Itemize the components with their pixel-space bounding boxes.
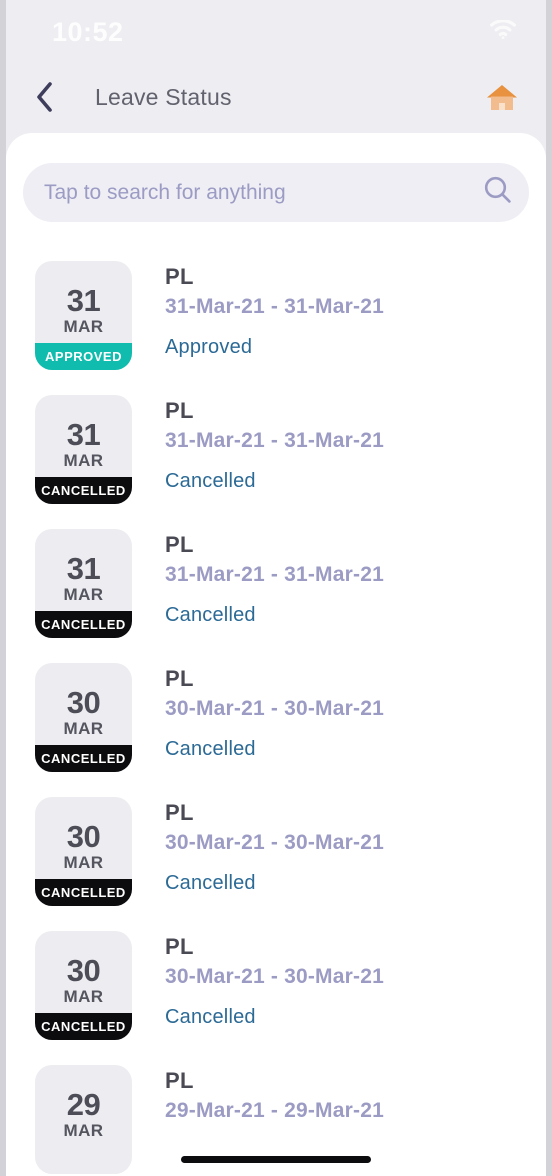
status-bar-icons [490,20,516,39]
leave-details: PL 31-Mar-21 - 31-Mar-21 Approved [132,258,384,359]
phone-screen: 10:52 Leave Status Tap to search for any… [0,0,552,1176]
leave-date-range: 30-Mar-21 - 30-Mar-21 [165,696,384,720]
leave-list[interactable]: 31 MAR APPROVED PL 31-Mar-21 - 31-Mar-21 Appr… [6,258,546,1176]
leave-list-item[interactable]: 30 MAR CANCELLED PL 30-Mar-21 - 30-Mar-21 Can… [6,660,546,794]
status-bar: 10:52 [0,0,552,62]
page-title: Leave Status [95,84,232,110]
leave-details: PL 30-Mar-21 - 30-Mar-21 Cancelled [132,794,384,895]
leave-type-label: PL [165,800,194,825]
leave-date-month: MAR [63,585,104,604]
leave-type-label: PL [165,666,194,691]
leave-date-month: MAR [63,451,104,470]
search-input[interactable] [23,180,467,205]
leave-date-day: 30 [66,953,101,988]
leave-status-text: Approved [165,336,253,358]
leave-date-card: 31 MAR APPROVED [35,261,132,370]
leave-date-month: MAR [63,853,104,872]
screen-left-edge [0,0,6,1176]
leave-date-day: 29 [66,1087,101,1122]
leave-date-month: MAR [63,719,104,738]
leave-type-label: PL [165,532,194,557]
leave-date-range: 30-Mar-21 - 30-Mar-21 [165,830,384,854]
status-badge: CANCELLED [35,745,132,772]
leave-status-text: Cancelled [165,738,256,760]
leave-date-month: MAR [63,1121,104,1140]
status-badge: CANCELLED [35,1013,132,1040]
status-badge: APPROVED [35,343,132,370]
home-button[interactable] [482,79,522,119]
leave-date-card: 29 MAR [35,1065,132,1174]
search-icon [483,175,513,210]
leave-date-card: 31 MAR CANCELLED [35,529,132,638]
leave-status-text: Cancelled [165,872,256,894]
leave-date-day: 31 [66,417,101,452]
status-badge: CANCELLED [35,477,132,504]
leave-date-day: 30 [66,819,101,854]
leave-details: PL 30-Mar-21 - 30-Mar-21 Cancelled [132,660,384,761]
leave-date-card: 31 MAR CANCELLED [35,395,132,504]
search-button[interactable] [467,163,529,222]
leave-date-month: MAR [63,987,104,1006]
leave-date-day: 31 [66,283,101,318]
leave-type-label: PL [165,1068,194,1093]
leave-type-label: PL [165,398,194,423]
leave-details: PL 31-Mar-21 - 31-Mar-21 Cancelled [132,526,384,627]
leave-date-range: 31-Mar-21 - 31-Mar-21 [165,294,384,318]
leave-list-item[interactable]: 31 MAR CANCELLED PL 31-Mar-21 - 31-Mar-21 Can… [6,392,546,526]
leave-list-item[interactable]: 31 MAR CANCELLED PL 31-Mar-21 - 31-Mar-21 Can… [6,526,546,660]
leave-date-card: 30 MAR CANCELLED [35,931,132,1040]
status-badge: CANCELLED [35,879,132,906]
wifi-icon [490,20,516,39]
app-header: Leave Status [0,62,552,134]
leave-status-text: Cancelled [165,470,256,492]
leave-date-range: 31-Mar-21 - 31-Mar-21 [165,428,384,452]
leave-list-item[interactable]: 30 MAR CANCELLED PL 30-Mar-21 - 30-Mar-21 Can… [6,928,546,1062]
leave-date-day: 31 [66,551,101,586]
leave-date-range: 29-Mar-21 - 29-Mar-21 [165,1098,384,1122]
leave-type-label: PL [165,934,194,959]
leave-details: PL 31-Mar-21 - 31-Mar-21 Cancelled [132,392,384,493]
leave-date-card: 30 MAR CANCELLED [35,797,132,906]
leave-status-text: Cancelled [165,604,256,626]
home-icon [485,81,519,118]
screen-right-edge [546,0,552,1176]
leave-status-text: Cancelled [165,1006,256,1028]
status-badge: CANCELLED [35,611,132,638]
leave-type-label: PL [165,264,194,289]
home-indicator [181,1156,371,1163]
content-panel: 31MARAPPROVEDPL31-Mar-21 - 31-Mar-21Appr… [6,133,546,1176]
status-bar-clock: 10:52 [52,17,124,47]
leave-date-day: 30 [66,685,101,720]
leave-details: PL 30-Mar-21 - 30-Mar-21 Cancelled [132,928,384,1029]
leave-date-range: 30-Mar-21 - 30-Mar-21 [165,964,384,988]
leave-date-month: MAR [63,317,104,336]
chevron-left-icon [35,81,55,118]
leave-list-item[interactable]: 31 MAR APPROVED PL 31-Mar-21 - 31-Mar-21 Appr… [6,258,546,392]
leave-date-range: 31-Mar-21 - 31-Mar-21 [165,562,384,586]
leave-list-item[interactable]: 30 MAR CANCELLED PL 30-Mar-21 - 30-Mar-21 Can… [6,794,546,928]
leave-details: PL 29-Mar-21 - 29-Mar-21 [132,1062,384,1140]
back-button[interactable] [26,80,64,118]
leave-date-card: 30 MAR CANCELLED [35,663,132,772]
search-bar[interactable] [23,163,529,222]
